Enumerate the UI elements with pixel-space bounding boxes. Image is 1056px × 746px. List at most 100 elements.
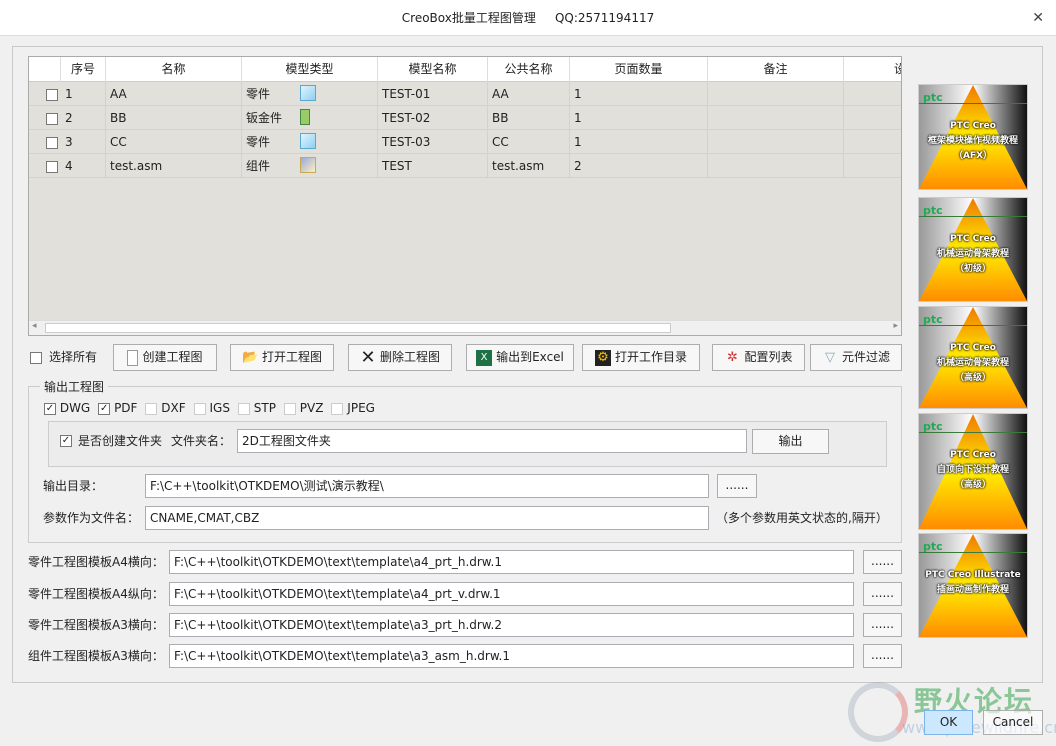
delete-drawing-button[interactable]: ✕ 删除工程图 xyxy=(348,344,452,371)
cell: AA xyxy=(488,82,570,106)
cell: BB xyxy=(106,106,242,130)
cell-type: 零件 xyxy=(246,87,271,101)
format-dwg[interactable]: ✓ DWG xyxy=(44,401,90,415)
select-all-checkbox[interactable] xyxy=(30,352,42,364)
table-row[interactable]: 1 AA 零件 TEST-01 AA 1 xyxy=(29,82,901,106)
format-checkbox[interactable] xyxy=(331,402,344,415)
format-checkbox[interactable] xyxy=(193,402,206,415)
ok-button[interactable]: OK xyxy=(924,710,973,735)
scroll-left-icon[interactable]: ◂ xyxy=(32,321,37,331)
scroll-thumb[interactable] xyxy=(45,323,671,333)
ad-line-2: 框架模块操作视频教程 xyxy=(927,136,1018,146)
format-pvz[interactable]: PVZ xyxy=(283,401,323,415)
part-icon xyxy=(300,133,316,149)
cell: 1 xyxy=(570,82,708,106)
header-pages[interactable]: 页面数量 xyxy=(570,57,708,82)
cell: 3 xyxy=(61,130,106,154)
config-list-button[interactable]: ✲ 配置列表 xyxy=(712,344,805,371)
component-filter-button[interactable]: ▽ 元件过滤 xyxy=(810,344,902,371)
tutorial-ad-banner[interactable]: ptc PTC Creo 机械运动骨架教程 （初级） xyxy=(918,197,1028,302)
delete-label: 删除工程图 xyxy=(379,350,440,364)
model-table: 序号 名称 模型类型 模型名称 公共名称 页面数量 备注 设 1 AA 零件 TEST… xyxy=(28,56,902,336)
header-model[interactable]: 模型名称 xyxy=(378,57,488,82)
template-label: 零件工程图模板A4横向： xyxy=(28,555,164,569)
cell: TEST-02 xyxy=(378,106,488,130)
cell: CC xyxy=(488,130,570,154)
horizontal-scrollbar[interactable]: ◂ ▸ xyxy=(29,320,901,335)
format-checkbox[interactable] xyxy=(145,402,158,415)
param-label: 参数作为文件名： xyxy=(43,511,140,525)
format-dxf[interactable]: DXF xyxy=(145,401,186,415)
open-drawing-button[interactable]: 📂 打开工程图 xyxy=(230,344,334,371)
ad-line-3: （初级） xyxy=(954,264,991,274)
row-checkbox[interactable] xyxy=(46,160,58,173)
template-browse-button[interactable]: ...... xyxy=(863,613,902,637)
cell-check xyxy=(29,106,61,130)
format-label: IGS xyxy=(209,401,230,415)
tutorial-ad-banner[interactable]: ptc PTC Creo 机械运动骨架教程 （高级） xyxy=(918,306,1028,409)
excel-icon: X xyxy=(476,349,493,366)
table-row[interactable]: 3 CC 零件 TEST-03 CC 1 xyxy=(29,130,901,154)
tutorial-ad-banner[interactable]: ptc PTC Creo 自顶向下设计教程 （高级） xyxy=(918,413,1028,530)
format-stp[interactable]: STP xyxy=(237,401,276,415)
header-name[interactable]: 名称 xyxy=(106,57,242,82)
folder-name-input[interactable]: 2D工程图文件夹 xyxy=(237,429,747,453)
format-igs[interactable]: IGS xyxy=(193,401,230,415)
open-work-dir-button[interactable]: ⚙ 打开工作目录 xyxy=(582,344,700,371)
browse-dir-button[interactable]: ...... xyxy=(717,474,757,498)
create-drawing-button[interactable]: 创建工程图 xyxy=(113,344,217,371)
header-common[interactable]: 公共名称 xyxy=(488,57,570,82)
select-all-label: 选择所有 xyxy=(49,350,98,364)
template-path-input[interactable]: F:\C++\toolkit\OTKDEMO\text\template\a3_… xyxy=(169,644,854,668)
table-row[interactable]: 4 test.asm 组件 TEST test.asm 2 xyxy=(29,154,901,178)
export-button[interactable]: 输出 xyxy=(752,429,829,454)
format-checkboxes: ✓ DWG ✓ PDF DXF IGS STP PVZ JPEG xyxy=(44,401,383,417)
template-path-input[interactable]: F:\C++\toolkit\OTKDEMO\text\template\a4_… xyxy=(169,582,854,606)
close-button[interactable]: ✕ xyxy=(1032,0,1044,36)
folder-name-label: 文件夹名： xyxy=(171,434,232,448)
cell: BB xyxy=(488,106,570,130)
header-note[interactable]: 备注 xyxy=(708,57,844,82)
tutorial-ad-banner[interactable]: ptc PTC Creo 框架模块操作视频教程 （AFX） xyxy=(918,84,1028,190)
row-checkbox[interactable] xyxy=(46,88,58,101)
document-icon xyxy=(127,349,139,366)
ad-line-1: PTC Creo xyxy=(950,234,996,244)
cell-model: TEST-03 xyxy=(382,135,431,149)
header-more[interactable]: 设 xyxy=(844,57,901,82)
export-excel-button[interactable]: X 输出到Excel xyxy=(466,344,574,371)
table-row[interactable]: 2 BB 钣金件 TEST-02 BB 1 xyxy=(29,106,901,130)
cell-check xyxy=(29,154,61,178)
template-browse-button[interactable]: ...... xyxy=(863,550,902,574)
format-jpeg[interactable]: JPEG xyxy=(331,401,375,415)
create-folder-checkbox[interactable]: ✓ xyxy=(60,435,72,447)
format-pdf[interactable]: ✓ PDF xyxy=(98,401,137,415)
ad-line-2: 插画动画制作教程 xyxy=(936,585,1009,595)
cell-common: BB xyxy=(492,111,509,125)
cell-pages: 1 xyxy=(574,111,582,125)
cancel-button[interactable]: Cancel xyxy=(983,710,1043,735)
tutorial-ad-banner[interactable]: ptc PTC Creo Illustrate 插画动画制作教程 xyxy=(918,533,1028,638)
ad-text: PTC Creo 机械运动骨架教程 （初级） xyxy=(919,232,1027,277)
format-checkbox[interactable] xyxy=(237,402,250,415)
scroll-right-icon[interactable]: ▸ xyxy=(893,321,898,331)
format-checkbox[interactable] xyxy=(283,402,296,415)
format-checkbox[interactable]: ✓ xyxy=(98,402,111,415)
template-browse-button[interactable]: ...... xyxy=(863,644,902,668)
excel-label: 输出到Excel xyxy=(496,350,564,364)
header-type[interactable]: 模型类型 xyxy=(242,57,378,82)
cell-pages: 1 xyxy=(574,87,582,101)
template-path-input[interactable]: F:\C++\toolkit\OTKDEMO\text\template\a4_… xyxy=(169,550,854,574)
cell: 1 xyxy=(570,106,708,130)
template-path-input[interactable]: F:\C++\toolkit\OTKDEMO\text\template\a3_… xyxy=(169,613,854,637)
header-index[interactable]: 序号 xyxy=(61,57,106,82)
param-input[interactable]: CNAME,CMAT,CBZ xyxy=(145,506,709,530)
template-browse-button[interactable]: ...... xyxy=(863,582,902,606)
cell-pages: 1 xyxy=(574,135,582,149)
output-dir-input[interactable]: F:\C++\toolkit\OTKDEMO\测试\演示教程\ xyxy=(145,474,709,498)
row-checkbox[interactable] xyxy=(46,136,58,149)
format-checkbox[interactable]: ✓ xyxy=(44,402,56,415)
cell: CC xyxy=(106,130,242,154)
output-dir-label: 输出目录： xyxy=(43,479,104,493)
ad-line-1: PTC Creo xyxy=(950,343,996,353)
row-checkbox[interactable] xyxy=(46,112,58,125)
